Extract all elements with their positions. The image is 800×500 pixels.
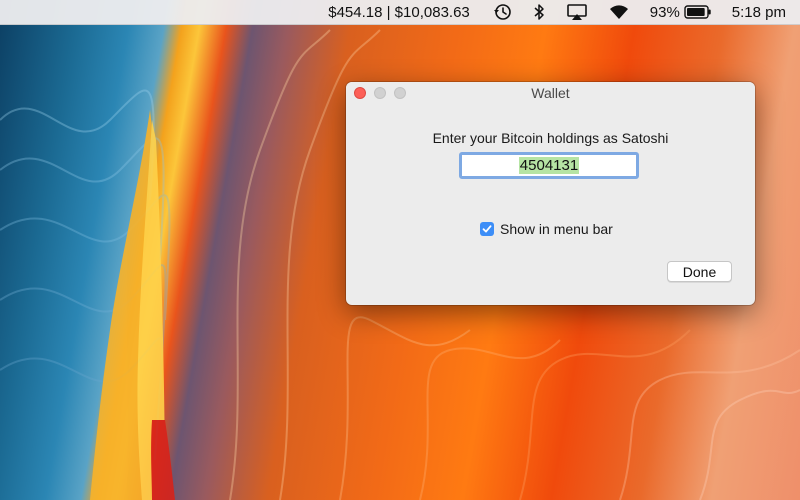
satoshi-prompt-label: Enter your Bitcoin holdings as Satoshi bbox=[432, 130, 669, 146]
clock-text: 5:18 pm bbox=[731, 3, 786, 21]
bitcoin-price-status-item[interactable]: $454.18 | $10,083.63 bbox=[318, 0, 482, 24]
show-in-menu-bar-option[interactable]: Show in menu bar bbox=[480, 221, 613, 237]
airplay-icon[interactable] bbox=[556, 0, 598, 24]
checkmark-icon bbox=[482, 225, 492, 233]
minimize-button[interactable] bbox=[374, 87, 386, 99]
clock[interactable]: 5:18 pm bbox=[722, 0, 800, 24]
menu-bar: $454.18 | $10,083.63 93% 5:18 pm bbox=[0, 0, 800, 25]
battery-icon[interactable] bbox=[684, 0, 722, 24]
close-button[interactable] bbox=[354, 87, 366, 99]
done-button[interactable]: Done bbox=[667, 261, 732, 282]
bluetooth-icon[interactable] bbox=[522, 0, 556, 24]
battery-percent-text: 93% bbox=[649, 3, 680, 21]
show-in-menu-bar-label: Show in menu bar bbox=[500, 221, 613, 237]
satoshi-input[interactable]: 4504131 bbox=[459, 152, 639, 179]
zoom-button[interactable] bbox=[394, 87, 406, 99]
wallet-window: Wallet Enter your Bitcoin holdings as Sa… bbox=[346, 82, 755, 305]
battery-percent[interactable]: 93% bbox=[640, 0, 684, 24]
clock-history-icon[interactable] bbox=[482, 0, 522, 24]
wifi-icon[interactable] bbox=[598, 0, 640, 24]
satoshi-input-value: 4504131 bbox=[518, 157, 580, 174]
show-in-menu-bar-checkbox[interactable] bbox=[480, 222, 494, 236]
window-title: Wallet bbox=[531, 85, 570, 101]
title-bar[interactable]: Wallet bbox=[346, 82, 755, 104]
bitcoin-price-text: $454.18 | $10,083.63 bbox=[328, 3, 470, 21]
window-controls bbox=[354, 87, 406, 99]
